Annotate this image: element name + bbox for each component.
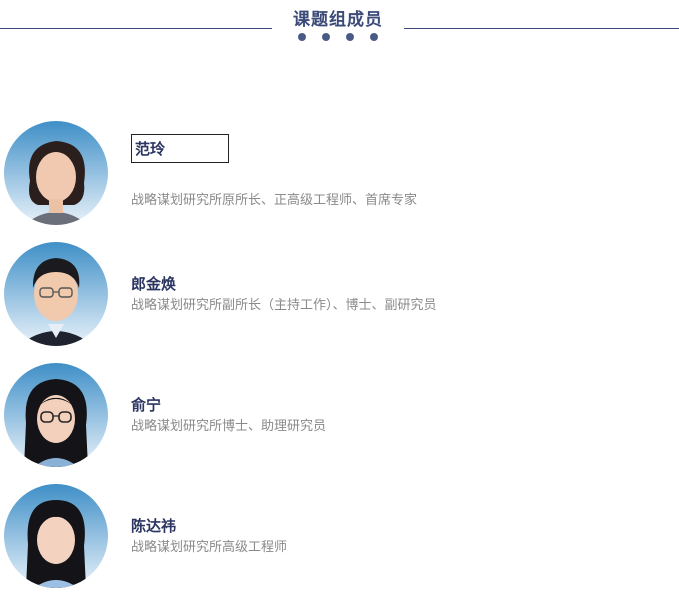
avatar bbox=[4, 121, 108, 225]
member-card: 郎金焕 战略谋划研究所副所长（主持工作）、博士、副研究员 bbox=[0, 242, 679, 352]
member-card: 俞宁 战略谋划研究所博士、助理研究员 bbox=[0, 363, 679, 473]
avatar bbox=[4, 363, 108, 467]
header-dot bbox=[298, 33, 306, 41]
member-card: 范玲 战略谋划研究所原所长、正高级工程师、首席专家 bbox=[0, 121, 679, 231]
member-name: 郎金焕 bbox=[131, 275, 177, 293]
section-title: 课题组成员 bbox=[293, 10, 383, 30]
member-name: 俞宁 bbox=[131, 396, 162, 414]
member-description: 战略谋划研究所高级工程师 bbox=[131, 540, 288, 555]
member-name: 范玲 bbox=[131, 134, 229, 163]
member-description: 战略谋划研究所博士、助理研究员 bbox=[131, 419, 327, 434]
header-dot bbox=[370, 33, 378, 41]
member-description: 战略谋划研究所原所长、正高级工程师、首席专家 bbox=[131, 193, 418, 208]
avatar bbox=[4, 242, 108, 346]
section-header: 课题组成员 bbox=[0, 0, 679, 50]
header-divider-left bbox=[0, 28, 272, 29]
member-description: 战略谋划研究所副所长（主持工作）、博士、副研究员 bbox=[131, 298, 437, 313]
header-divider-right bbox=[404, 28, 679, 29]
header-dot bbox=[346, 33, 354, 41]
member-name: 陈达祎 bbox=[131, 517, 177, 535]
member-card: 陈达祎 战略谋划研究所高级工程师 bbox=[0, 484, 679, 594]
avatar bbox=[4, 484, 108, 588]
header-dot bbox=[322, 33, 330, 41]
